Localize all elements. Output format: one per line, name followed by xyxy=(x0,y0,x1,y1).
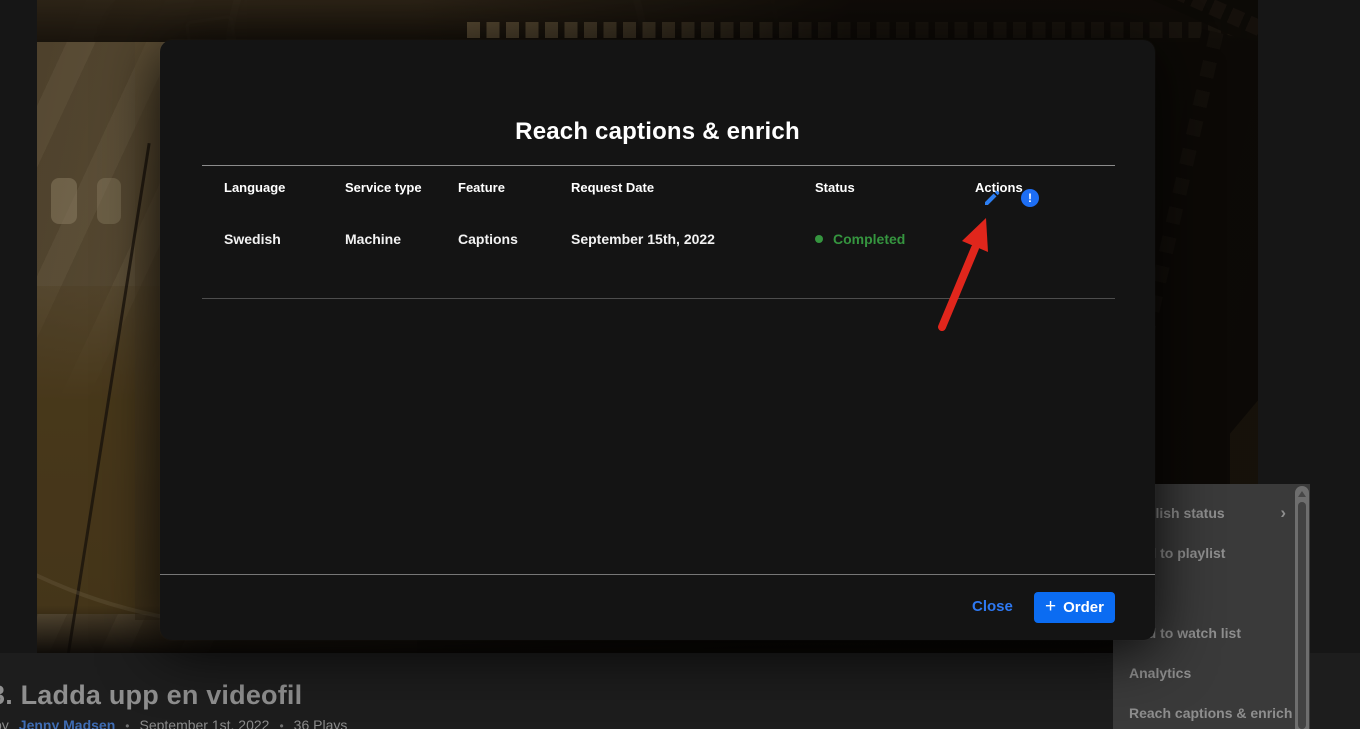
reach-captions-modal: Reach captions & enrich Language Service… xyxy=(160,40,1155,640)
menu-item-reach-captions-enrich[interactable]: Reach captions & enrich xyxy=(1113,693,1310,729)
modal-title: Reach captions & enrich xyxy=(160,118,1155,146)
plus-icon: + xyxy=(1045,597,1056,616)
cell-language: Swedish xyxy=(224,231,281,247)
status-dot-icon xyxy=(815,235,823,243)
menu-item-analytics[interactable]: Analytics xyxy=(1113,653,1310,693)
column-header-status: Status xyxy=(815,180,855,195)
menu-scrollbar[interactable] xyxy=(1295,486,1309,729)
byline-prefix: by xyxy=(0,717,9,729)
edit-caption-button[interactable] xyxy=(982,188,1002,208)
order-button[interactable]: + Order xyxy=(1034,592,1115,623)
cell-request-date: September 15th, 2022 xyxy=(571,231,715,247)
status-badge: Completed xyxy=(833,231,905,247)
column-header-language: Language xyxy=(224,180,285,195)
table-header-divider xyxy=(202,165,1115,166)
modal-footer-divider xyxy=(160,574,1155,575)
author-link[interactable]: Jenny Madsen xyxy=(19,717,115,729)
menu-item-label: Reach captions & enrich xyxy=(1129,705,1292,721)
video-byline: by Jenny Madsen • September 1st, 2022 • 36 Pl… xyxy=(0,717,357,729)
close-button[interactable]: Close xyxy=(972,598,1013,615)
publish-date: September 1st, 2022 xyxy=(139,717,269,729)
table-row-divider xyxy=(202,298,1115,299)
scrollbar-thumb[interactable] xyxy=(1298,502,1306,729)
chevron-right-icon: › xyxy=(1280,503,1286,523)
video-title: 3. Ladda upp en videofil xyxy=(0,680,302,711)
column-header-service-type: Service type xyxy=(345,180,422,195)
cell-service-type: Machine xyxy=(345,231,401,247)
order-button-label: Order xyxy=(1063,599,1104,616)
menu-item-label: Analytics xyxy=(1129,665,1191,681)
exclamation-icon: ! xyxy=(1028,191,1032,205)
scroll-up-arrow-icon[interactable] xyxy=(1298,491,1306,497)
plays-count: 36 Plays xyxy=(294,717,348,729)
cell-status: Completed xyxy=(815,231,905,247)
byline-separator: • xyxy=(125,719,129,729)
pencil-icon xyxy=(982,188,1002,208)
column-header-request-date: Request Date xyxy=(571,180,654,195)
caption-info-button[interactable]: ! xyxy=(1021,189,1039,207)
column-header-feature: Feature xyxy=(458,180,505,195)
cell-feature: Captions xyxy=(458,231,518,247)
byline-separator: • xyxy=(279,719,283,729)
